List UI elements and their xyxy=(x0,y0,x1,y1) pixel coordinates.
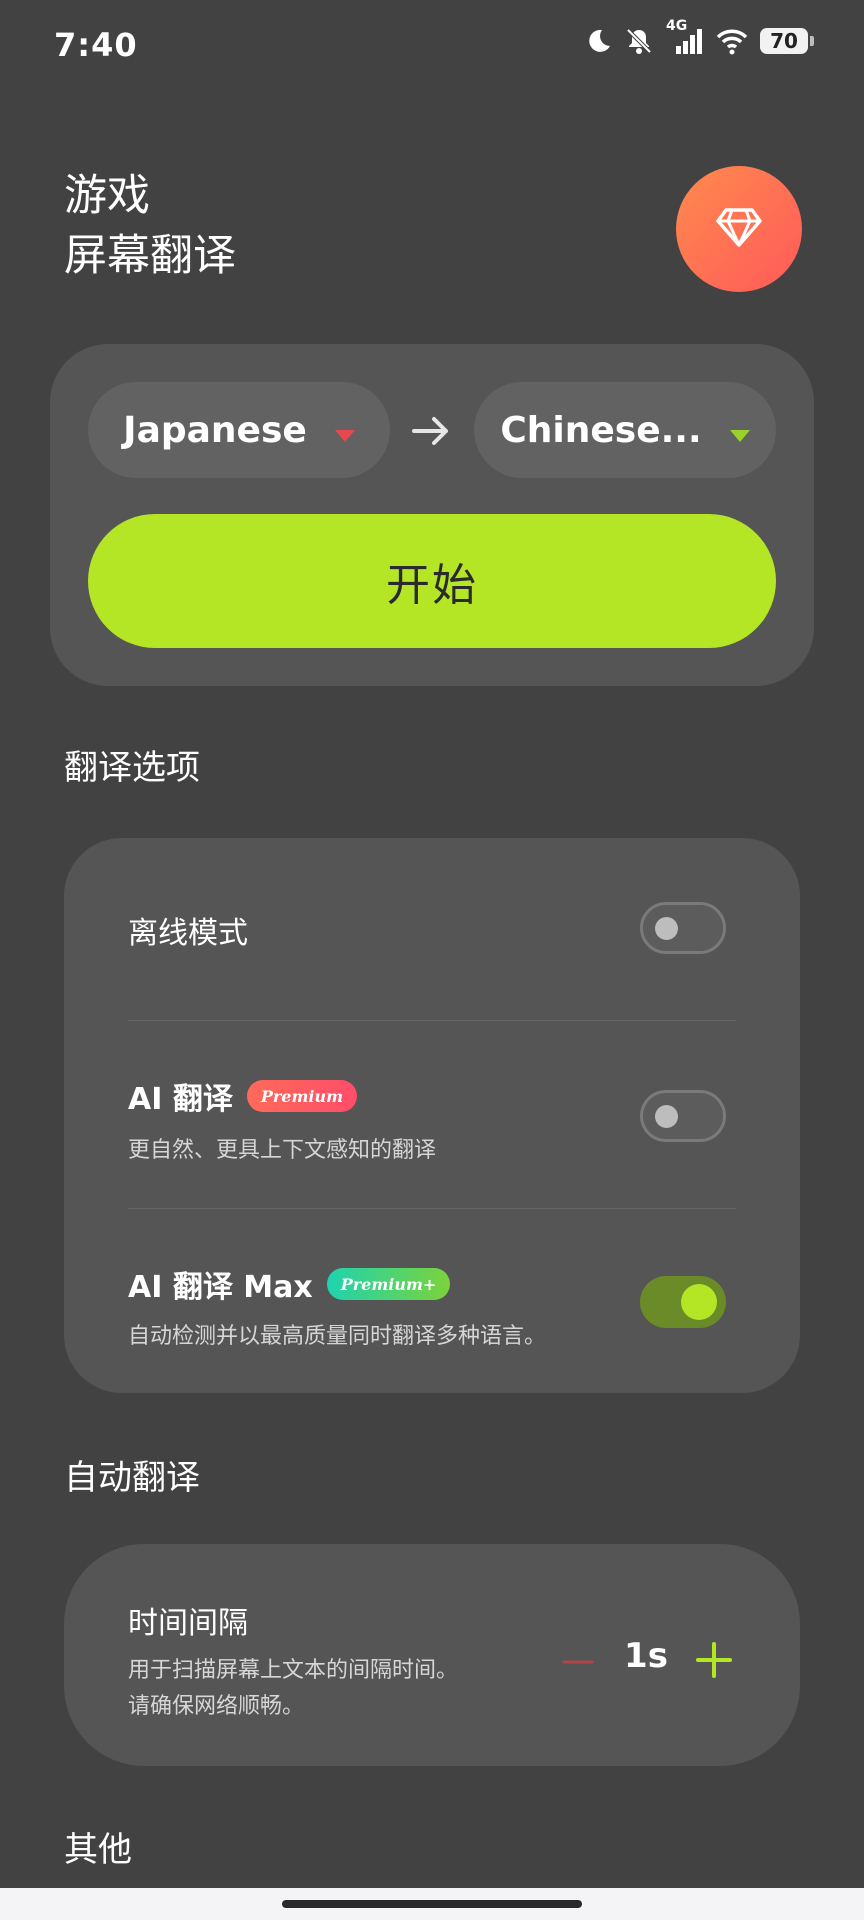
ai-translate-max-label: AI 翻译 Max Premium+ xyxy=(128,1262,451,1306)
ai-translate-max-toggle[interactable] xyxy=(640,1276,726,1328)
target-language-select[interactable]: Chinese... xyxy=(474,382,776,478)
premium-badge: Premium xyxy=(246,1080,358,1112)
premium-plus-badge: Premium+ xyxy=(326,1268,451,1300)
status-time: 7:40 xyxy=(54,26,138,64)
caret-down-icon xyxy=(729,410,750,451)
increase-interval-button[interactable] xyxy=(694,1640,734,1680)
interval-value: 1s xyxy=(624,1636,668,1676)
ai-translate-description: 更自然、更具上下文感知的翻译 xyxy=(128,1138,437,1163)
divider xyxy=(128,1020,736,1021)
network-label: 4G xyxy=(666,18,688,34)
gem-icon xyxy=(716,207,762,251)
target-language-label: Chinese... xyxy=(500,409,702,451)
source-language-label: Japanese xyxy=(123,409,307,451)
section-title-auto-translate: 自动翻译 xyxy=(64,1458,200,1498)
battery-icon: 70 xyxy=(760,28,814,54)
decrease-interval-button[interactable] xyxy=(560,1644,596,1680)
option-label: AI 翻译 xyxy=(128,1082,233,1117)
caret-down-icon xyxy=(334,410,355,451)
divider xyxy=(128,1208,736,1209)
toggle-knob xyxy=(655,917,678,940)
moon-icon xyxy=(584,27,612,55)
interval-description-2: 请确保网络顺畅。 xyxy=(128,1694,305,1719)
title-line-2: 屏幕翻译 xyxy=(64,231,236,281)
start-button[interactable]: 开始 xyxy=(88,514,776,648)
ai-translate-label: AI 翻译 Premium xyxy=(128,1074,358,1118)
option-label: 离线模式 xyxy=(128,916,248,951)
section-title-translation-options: 翻译选项 xyxy=(64,748,200,788)
arrow-right-icon xyxy=(408,408,454,458)
premium-button[interactable] xyxy=(676,166,802,292)
option-label: 时间间隔 xyxy=(128,1606,248,1641)
toggle-knob xyxy=(681,1284,717,1320)
source-language-select[interactable]: Japanese xyxy=(88,382,390,478)
option-label: AI 翻译 Max xyxy=(128,1270,313,1305)
status-icons: 4G 70 xyxy=(584,18,814,56)
ai-translate-toggle[interactable] xyxy=(640,1090,726,1142)
section-title-others: 其他 xyxy=(64,1830,132,1870)
title-line-1: 游戏 xyxy=(64,171,150,221)
mute-bell-icon xyxy=(624,26,654,56)
home-indicator[interactable] xyxy=(282,1900,582,1908)
interval-description-1: 用于扫描屏幕上文本的间隔时间。 xyxy=(128,1658,459,1683)
offline-mode-toggle[interactable] xyxy=(640,902,726,954)
ai-translate-max-description: 自动检测并以最高质量同时翻译多种语言。 xyxy=(128,1324,547,1349)
page-title: 游戏 屏幕翻译 xyxy=(64,166,236,286)
interval-label: 时间间隔 xyxy=(128,1598,248,1642)
offline-mode-label: 离线模式 xyxy=(128,908,248,952)
wifi-icon xyxy=(716,27,748,55)
toggle-knob xyxy=(655,1105,678,1128)
signal-icon: 4G xyxy=(666,18,704,56)
